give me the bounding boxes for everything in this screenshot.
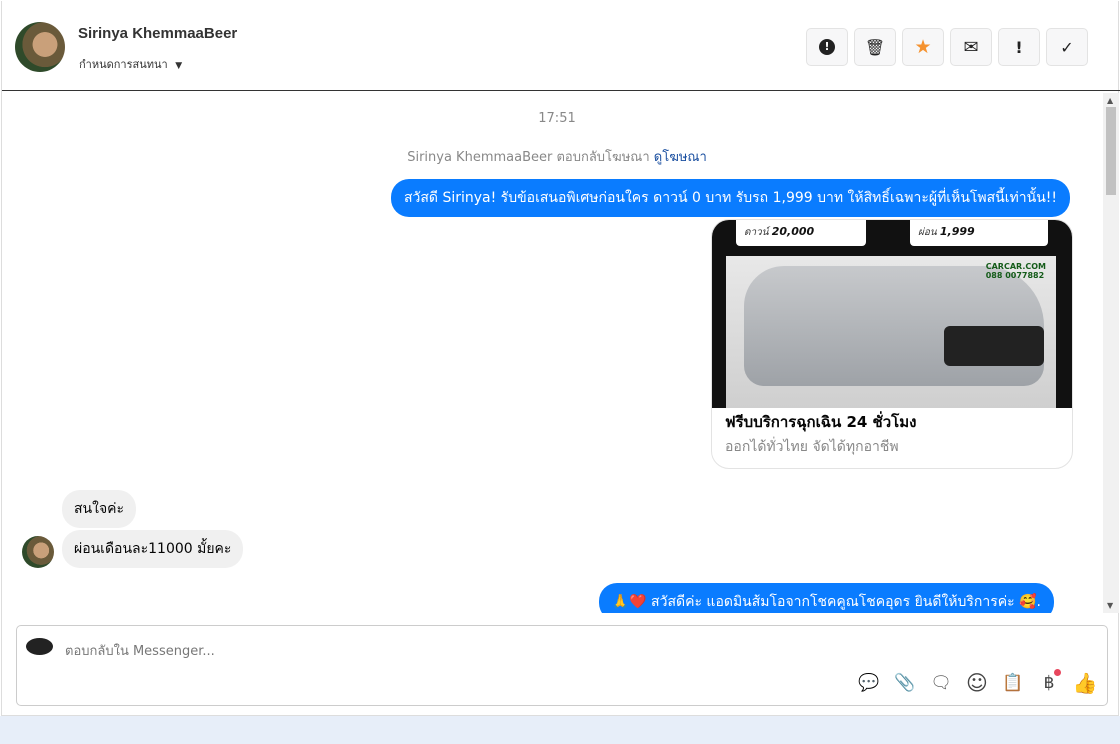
- delete-button[interactable]: 🗑: [854, 28, 896, 66]
- page-logo: [26, 638, 53, 655]
- exclamation-icon: !: [1015, 37, 1023, 57]
- car-grille: [944, 326, 1044, 366]
- star-icon: ★: [914, 36, 932, 58]
- scroll-down-icon[interactable]: ▼: [1107, 601, 1113, 610]
- conversation-panel: Sirinya KhemmaaBeer กำหนดการสนทนา ▼ ! 🗑 …: [1, 1, 1120, 716]
- incoming-message: ผ่อนเดือนละ11000 มั้ยคะ: [62, 530, 244, 568]
- dealer-logo: CARCAR.COM 088 0077882: [985, 262, 1046, 280]
- scrollbar[interactable]: ▲ ▼: [1103, 93, 1119, 613]
- attachment-icon[interactable]: 📎: [893, 671, 917, 695]
- alert-circle-icon: !: [819, 39, 835, 55]
- trash-icon: 🗑: [864, 37, 886, 57]
- ad-reply-notice: Sirinya KhemmaaBeer ตอบกลับโฆษณา ดูโฆษณา: [2, 146, 1112, 167]
- caret-down-icon: ▼: [175, 61, 183, 71]
- thumbs-up-icon[interactable]: 👍: [1073, 671, 1098, 695]
- scrollbar-thumb[interactable]: [1106, 107, 1116, 195]
- baht-icon[interactable]: ฿: [1037, 669, 1061, 695]
- ad-card[interactable]: ดาวน์ 20,000 ผ่อน 1,999 CARCAR.COM 088 00…: [711, 219, 1073, 469]
- price-tag: ดาวน์ 20,000: [736, 220, 866, 246]
- emoji-icon[interactable]: ☺: [965, 671, 989, 695]
- reply-input[interactable]: ตอบกลับใน Messenger...: [65, 640, 215, 661]
- price-tag: ผ่อน 1,999: [910, 220, 1048, 246]
- star-button[interactable]: ★: [902, 28, 944, 66]
- assign-conversation-dropdown[interactable]: กำหนดการสนทนา ▼: [79, 55, 182, 73]
- mark-done-button[interactable]: ✓: [1046, 28, 1088, 66]
- avatar[interactable]: [15, 22, 65, 72]
- outgoing-message: 🙏❤️ สวัสดีค่ะ แอดมินส้มโอจากโชคคูณโชคอุด…: [598, 583, 1054, 613]
- notes-icon[interactable]: 📋: [1001, 671, 1025, 695]
- notification-dot: [1054, 669, 1061, 676]
- view-ad-link[interactable]: ดูโฆษณา: [654, 150, 707, 165]
- ad-title: ฟรีบบริการฉุกเฉิน 24 ชั่วโมง: [725, 413, 917, 431]
- outgoing-message: สวัสดี Sirinya! รับข้อเสนอพิเศษก่อนใคร ด…: [390, 179, 1070, 217]
- spam-button[interactable]: !: [806, 28, 848, 66]
- timestamp: 17:51: [538, 111, 576, 126]
- car-photo: CARCAR.COM 088 0077882: [726, 256, 1056, 408]
- assign-label: กำหนดการสนทนา: [79, 58, 168, 71]
- saved-reply-icon[interactable]: 💬: [857, 671, 881, 695]
- ad-image: ดาวน์ 20,000 ผ่อน 1,999 CARCAR.COM 088 00…: [712, 220, 1072, 408]
- chat-dots-icon[interactable]: 🗨: [929, 671, 953, 695]
- check-icon: ✓: [1060, 37, 1074, 57]
- contact-avatar-small: [22, 536, 54, 568]
- ad-subtitle: ออกได้ทั่วไทย จัดได้ทุกอาชีพ: [725, 439, 899, 455]
- notice-text: Sirinya KhemmaaBeer ตอบกลับโฆษณา: [407, 150, 650, 165]
- mark-unread-button[interactable]: ✉: [950, 28, 992, 66]
- car-shape: [744, 266, 1044, 386]
- conversation-header: Sirinya KhemmaaBeer กำหนดการสนทนา ▼ ! 🗑 …: [2, 1, 1120, 91]
- envelope-icon: ✉: [963, 36, 979, 58]
- scroll-up-icon[interactable]: ▲: [1107, 96, 1113, 105]
- reply-composer[interactable]: ตอบกลับใน Messenger... 💬 📎 🗨 ☺ 📋 ฿ 👍: [16, 625, 1108, 706]
- incoming-message: สนใจค่ะ: [62, 490, 137, 528]
- bottom-bar: [0, 716, 1120, 744]
- follow-up-button[interactable]: !: [998, 28, 1040, 66]
- contact-name[interactable]: Sirinya KhemmaaBeer: [78, 25, 237, 42]
